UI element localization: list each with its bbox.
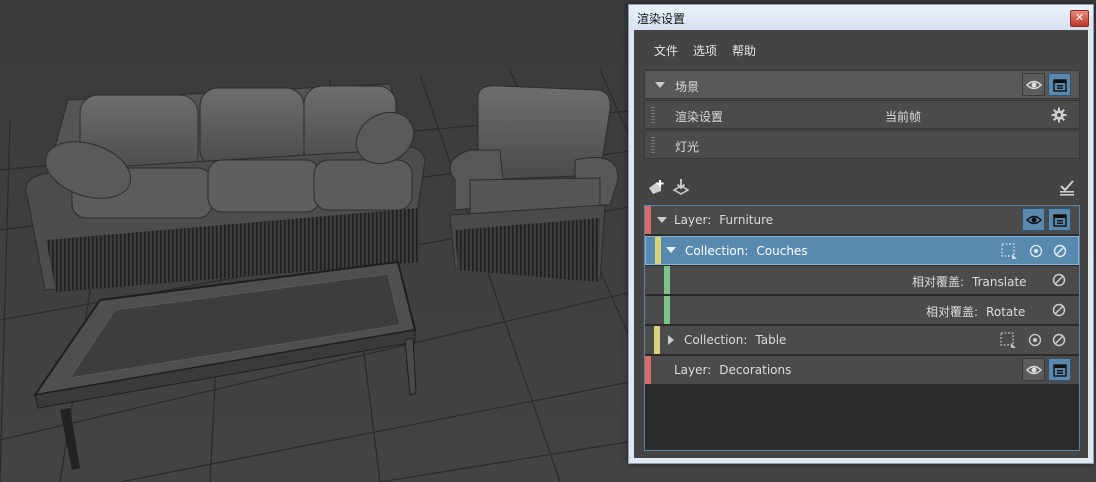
override-color-stripe — [664, 296, 670, 324]
gear-icon[interactable] — [1051, 107, 1067, 123]
tree-row-collection-table[interactable]: Collection: Table — [645, 326, 1079, 355]
menu-file[interactable]: 文件 — [654, 42, 678, 59]
scene-header-label: 场景 — [675, 80, 700, 94]
eye-icon[interactable] — [1022, 358, 1045, 381]
window-client-area: 文件 选项 帮助 场景 渲染设置 当前帧 灯光 Layer: Furniture… — [634, 30, 1088, 458]
expand-arrow-icon[interactable] — [666, 247, 676, 253]
menu-options[interactable]: 选项 — [693, 42, 717, 59]
sofa-model — [25, 83, 426, 292]
collection-color-stripe — [655, 237, 661, 264]
clapboard-icon[interactable] — [1048, 208, 1071, 231]
override-rotate-label: 相对覆盖: Rotate — [926, 305, 1026, 319]
drag-handle-icon[interactable] — [651, 107, 655, 124]
disable-icon[interactable] — [1051, 242, 1069, 260]
window-titlebar[interactable]: 渲染设置 ✕ — [629, 5, 1093, 31]
layer-decorations-label: Layer: Decorations — [674, 363, 792, 377]
tree-row-layer-furniture[interactable]: Layer: Furniture — [645, 206, 1079, 235]
tree-row-override-translate[interactable]: 相对覆盖: Translate — [645, 266, 1079, 295]
collection-table-label: Collection: Table — [684, 333, 787, 347]
scene-row-render-settings[interactable]: 渲染设置 当前帧 — [644, 100, 1080, 129]
clapboard-icon[interactable] — [1048, 358, 1071, 381]
collection-color-stripe — [654, 326, 660, 354]
tree-row-layer-decorations[interactable]: Layer: Decorations — [645, 356, 1079, 385]
window-close-button[interactable]: ✕ — [1070, 10, 1089, 27]
tree-row-override-rotate[interactable]: 相对覆盖: Rotate — [645, 296, 1079, 325]
expand-arrow-icon[interactable] — [655, 82, 665, 88]
eye-icon[interactable] — [1022, 73, 1045, 96]
eye-icon[interactable] — [1022, 208, 1045, 231]
render-settings-label: 渲染设置 — [675, 110, 724, 124]
scene-header-row[interactable]: 场景 — [644, 70, 1080, 99]
clapboard-icon[interactable] — [1048, 73, 1071, 96]
disable-icon[interactable] — [1050, 271, 1068, 289]
add-layer-icon[interactable] — [647, 178, 667, 198]
isolate-icon[interactable] — [1027, 242, 1045, 260]
window-title: 渲染设置 — [637, 12, 686, 26]
layer-furniture-label: Layer: Furniture — [674, 213, 774, 227]
render-setup-window: 渲染设置 ✕ 文件 选项 帮助 场景 渲染设置 当前帧 灯光 Layer: Fu… — [628, 4, 1094, 464]
scene-panel: 场景 渲染设置 当前帧 灯光 — [644, 70, 1080, 162]
override-translate-label: 相对覆盖: Translate — [912, 275, 1027, 289]
disable-icon[interactable] — [1050, 301, 1068, 319]
select-members-icon[interactable] — [1000, 242, 1018, 260]
import-icon[interactable] — [671, 178, 691, 198]
current-frame-label: 当前帧 — [885, 110, 922, 124]
scene-row-lights[interactable]: 灯光 — [644, 130, 1080, 159]
collection-couches-label: Collection: Couches — [685, 244, 808, 258]
drag-handle-icon[interactable] — [651, 137, 655, 154]
layer-color-stripe — [645, 206, 651, 234]
disable-icon[interactable] — [1050, 331, 1068, 349]
override-color-stripe — [664, 266, 670, 294]
expand-arrow-icon[interactable] — [657, 217, 667, 223]
menu-help[interactable]: 帮助 — [732, 42, 756, 59]
lights-label: 灯光 — [675, 140, 700, 154]
expand-arrow-icon[interactable] — [668, 335, 674, 345]
layer-tree: Layer: Furniture Collection: Couches 相对覆… — [644, 205, 1080, 451]
isolate-icon[interactable] — [1026, 331, 1044, 349]
tree-row-collection-couches[interactable]: Collection: Couches — [645, 236, 1079, 265]
select-members-icon[interactable] — [999, 331, 1017, 349]
render-check-icon[interactable] — [1057, 178, 1077, 198]
layer-color-stripe — [645, 356, 651, 384]
layer-toolbar — [644, 178, 1080, 200]
